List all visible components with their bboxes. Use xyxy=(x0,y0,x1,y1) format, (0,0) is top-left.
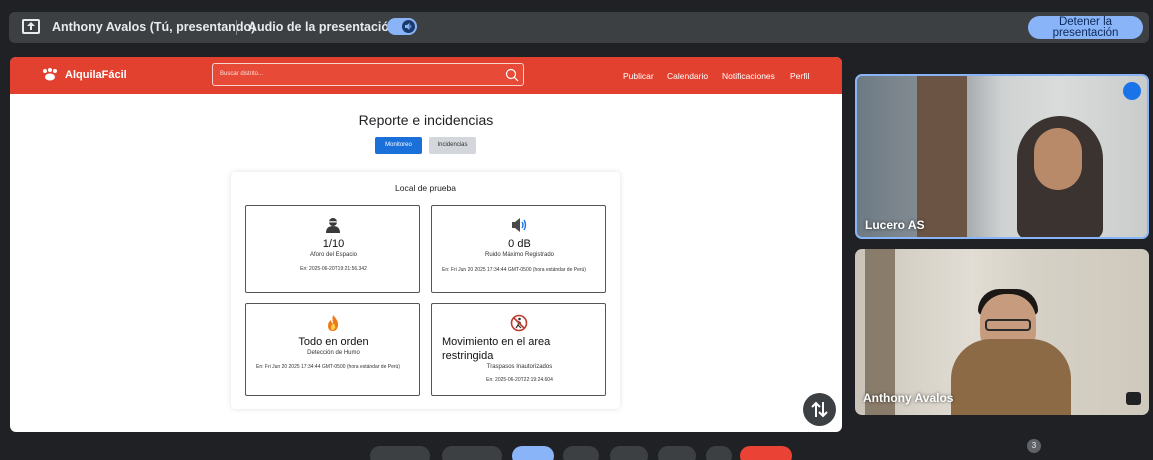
metric-label: Ruido Máximo Registrado xyxy=(484,252,555,258)
swap-vertical-icon xyxy=(811,401,828,418)
metric-value: 1/10 xyxy=(322,238,345,250)
participant-tile-anthony[interactable]: Anthony Avalos xyxy=(855,249,1149,415)
metric-timestamp: En: 2025-06-20T22:19:24.604 xyxy=(486,377,553,383)
metric-label: Traspasos Inautorizados xyxy=(486,364,553,370)
noise-metric: 0 dB Ruido Máximo Registrado En: Fri Jun… xyxy=(431,205,606,293)
presenter-label: Anthony Avalos (Tú, presentando) xyxy=(52,20,256,34)
presenting-bar: Anthony Avalos (Tú, presentando) Audio d… xyxy=(9,12,1149,43)
presentation-audio-label: Audio de la presentación xyxy=(248,20,397,34)
meet-window: Anthony Avalos (Tú, presentando) Audio d… xyxy=(0,0,1153,460)
district-search-input[interactable]: Buscar distrito... xyxy=(212,63,524,86)
metric-value: Movimiento en el area restringida xyxy=(442,336,551,362)
search-placeholder: Buscar distrito... xyxy=(220,71,264,77)
smoke-metric: Todo en orden Detección de Humo En: Fri … xyxy=(245,303,420,396)
metric-value: 0 dB xyxy=(508,238,531,250)
tab-monitoreo[interactable]: Monitoreo xyxy=(375,137,422,154)
metric-timestamp: En: Fri Jun 20 2025 17:34:44 GMT-0500 (h… xyxy=(256,364,400,370)
sort-fab-button[interactable] xyxy=(803,393,836,426)
no-walking-icon xyxy=(510,314,528,332)
intrusion-metric: Movimiento en el area restringida Traspa… xyxy=(431,303,606,396)
shared-screen: AlquilaFácil Buscar distrito... Publicar… xyxy=(10,57,842,432)
participant-video xyxy=(951,339,1071,415)
participant-name: Anthony Avalos xyxy=(863,391,954,405)
capacity-metric: 1/10 Aforo del Espacio En: 2025-06-20T19… xyxy=(245,205,420,293)
participant-count-badge: 3 xyxy=(1027,439,1041,453)
person-icon xyxy=(326,218,340,233)
brand-name[interactable]: AlquilaFácil xyxy=(65,69,127,81)
metric-timestamp: En: Fri Jun 20 2025 17:34:44 GMT-0500 (h… xyxy=(442,267,586,273)
volume-icon xyxy=(402,20,415,33)
metric-label: Detección de Humo xyxy=(307,350,360,356)
logo-icon xyxy=(43,68,57,81)
search-icon[interactable] xyxy=(505,68,519,82)
nav-notificaciones[interactable]: Notificaciones xyxy=(722,71,775,81)
app-header: AlquilaFácil Buscar distrito... Publicar… xyxy=(10,57,842,94)
stop-presenting-button[interactable]: Detener la presentación xyxy=(1028,16,1143,39)
leave-call-button[interactable] xyxy=(740,446,792,460)
monitoring-card: Local de prueba 1/10 Aforo del Espacio E… xyxy=(231,172,620,409)
toolbar-button[interactable] xyxy=(563,446,599,460)
nav-perfil[interactable]: Perfil xyxy=(790,71,809,81)
toolbar-button[interactable] xyxy=(658,446,696,460)
tab-incidencias[interactable]: Incidencias xyxy=(429,137,476,154)
toolbar-button[interactable] xyxy=(442,446,502,460)
page-title: Reporte e incidencias xyxy=(358,112,494,128)
metric-value: Todo en orden xyxy=(298,336,369,348)
fire-icon xyxy=(328,315,339,331)
toolbar-button[interactable] xyxy=(370,446,430,460)
divider xyxy=(236,20,237,35)
card-title: Local de prueba xyxy=(395,183,456,193)
nav-publicar[interactable]: Publicar xyxy=(623,71,654,81)
participant-tile-lucero[interactable]: Lucero AS xyxy=(855,74,1149,239)
toolbar-button[interactable] xyxy=(512,446,554,460)
metric-label: Aforo del Espacio xyxy=(309,252,358,258)
participant-name: Lucero AS xyxy=(865,218,925,232)
toolbar-button[interactable] xyxy=(610,446,648,460)
nav-calendario[interactable]: Calendario xyxy=(667,71,708,81)
picture-in-picture-icon[interactable] xyxy=(1126,392,1141,405)
presentation-audio-toggle[interactable] xyxy=(387,18,417,35)
present-screen-icon xyxy=(22,19,40,34)
metric-timestamp: En: 2025-06-20T19:21:56.342 xyxy=(300,266,367,272)
speaker-icon xyxy=(512,218,527,232)
speaking-indicator-icon xyxy=(1123,82,1141,100)
toolbar-button[interactable] xyxy=(706,446,732,460)
glasses xyxy=(985,319,1031,331)
curtain xyxy=(917,76,967,237)
participant-face xyxy=(1034,128,1082,190)
